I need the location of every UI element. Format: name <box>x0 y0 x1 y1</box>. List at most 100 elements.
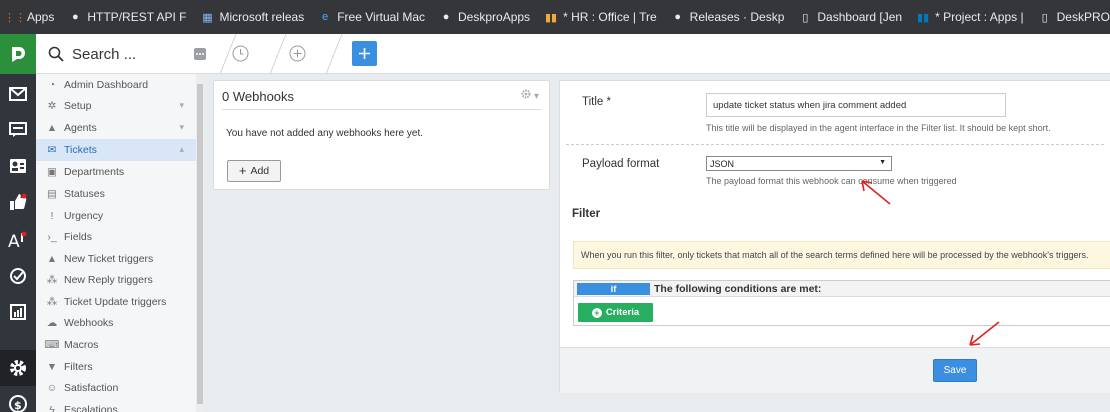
rail-publish-button[interactable]: A <box>0 222 36 258</box>
create-button[interactable] <box>352 41 377 66</box>
sidebar-item-statuses[interactable]: ▤ Statuses <box>36 183 196 205</box>
sidebar-item-label: Fields <box>64 231 93 243</box>
bolt-icon: ϟ <box>49 404 55 412</box>
sidebar-item-new-reply-triggers[interactable]: ⁂ New Reply triggers <box>36 269 196 291</box>
sidebar-scrollbar[interactable] <box>196 74 204 412</box>
bookmark-item[interactable]: ▯ Dashboard [Jen <box>798 10 902 24</box>
search-box[interactable]: Search ... <box>36 34 214 74</box>
sidebar-item-label: Departments <box>64 166 125 178</box>
rail-admin-button[interactable] <box>0 350 42 386</box>
sidebar-item-new-ticket-triggers[interactable]: ▲ New Ticket triggers <box>36 248 196 270</box>
panel-settings-dropdown[interactable]: ▾ <box>521 89 539 102</box>
bookmark-item[interactable]: ▦ Microsoft releas <box>201 10 304 24</box>
webhooks-count-title: 0 Webhooks <box>222 89 295 104</box>
bookmark-label: * HR : Office | Tre <box>563 10 657 24</box>
form-footer: Save <box>560 347 1110 393</box>
plus-icon <box>359 48 370 59</box>
chat-icon <box>9 122 27 137</box>
webhook-form-panel: Title * This title will be displayed in … <box>559 80 1110 393</box>
sidebar-item-label: Admin Dashboard <box>64 79 149 91</box>
sidebar-item-departments[interactable]: ▣ Departments <box>36 161 196 183</box>
bookmark-label: Apps <box>27 10 55 24</box>
svg-text:A: A <box>8 232 20 249</box>
add-webhook-button[interactable]: + Add <box>227 160 281 182</box>
bookmarks-bar: ⋮⋮ Apps ● HTTP/REST API F ▦ Microsoft releas e… <box>0 0 1110 34</box>
smile-icon: ☺ <box>46 382 58 394</box>
deskpro-logo[interactable] <box>0 34 36 74</box>
sidebar-item-urgency[interactable]: ! Urgency <box>36 205 196 227</box>
sidebar-item-agents[interactable]: ▲ Agents ▾ <box>36 117 196 139</box>
bookmark-item[interactable]: ▮▮ * Project : Apps | <box>916 10 1024 24</box>
rail-billing-button[interactable]: $ <box>0 386 36 412</box>
filter-icon: ▼ <box>46 361 58 373</box>
chevron-down-icon: ▾ <box>533 91 539 102</box>
bookmark-item[interactable]: ● HTTP/REST API F <box>68 10 186 24</box>
github-icon: ● <box>442 11 450 23</box>
sidebar-item-escalations[interactable]: ϟ Escalations <box>36 399 196 412</box>
gear-icon <box>10 360 26 376</box>
sidebar-item-macros[interactable]: ⌨ Macros <box>36 334 196 356</box>
rail-feedback-button[interactable] <box>0 184 36 220</box>
rail-tickets-button[interactable] <box>0 76 36 112</box>
trello-icon: ▮▮ <box>545 11 558 24</box>
sidebar-item-tickets[interactable]: ✉ Tickets ▴ <box>36 139 196 161</box>
filter-section-title: Filter <box>572 208 601 220</box>
search-options-button[interactable] <box>194 48 206 63</box>
bookmark-label: DeskPRO Builde <box>1056 10 1110 24</box>
new-item-button[interactable] <box>289 45 306 65</box>
sidebar-item-admin-dashboard[interactable]: ◔ Admin Dashboard <box>36 74 196 96</box>
plus-icon: + <box>238 163 247 178</box>
sidebar-item-label: Satisfaction <box>64 382 119 394</box>
sidebar-item-fields[interactable]: ›_ Fields <box>36 226 196 248</box>
sidebar-item-label: Ticket Update triggers <box>64 296 167 308</box>
payload-format-select[interactable]: JSON ▼ <box>706 156 892 171</box>
sidebar-item-label: Setup <box>64 100 92 112</box>
sidebar-item-webhooks[interactable]: ☁ Webhooks <box>36 312 196 334</box>
sidebar-item-setup[interactable]: ✲ Setup ▾ <box>36 95 196 117</box>
microsoft-icon: ▦ <box>202 11 213 24</box>
bookmark-item[interactable]: ▯ DeskPRO Builde <box>1038 10 1110 24</box>
rail-reports-button[interactable] <box>0 294 36 330</box>
filter-info-box: When you run this filter, only tickets t… <box>573 241 1110 269</box>
apps-grid-icon: ⋮⋮ <box>4 11 26 24</box>
sidebar-item-label: New Ticket triggers <box>64 253 154 265</box>
payload-format-value: JSON <box>710 158 735 169</box>
bookmark-label: * Project : Apps | <box>935 10 1024 24</box>
bookmark-item[interactable]: ● Releases · Deskp <box>671 10 784 24</box>
bookmark-item[interactable]: ▮▮ * HR : Office | Tre <box>544 10 657 24</box>
admin-sidebar: ◔ Admin Dashboard ✲ Setup ▾ ▲ Agents ▾ ✉ Tickets ▴… <box>36 74 204 412</box>
terminal-icon: ›_ <box>47 231 57 243</box>
caret-down-icon: ▼ <box>879 159 886 166</box>
sidebar-scrollbar-thumb[interactable] <box>197 84 203 404</box>
title-input[interactable] <box>706 93 1006 117</box>
sidebar-item-label: Urgency <box>64 210 104 222</box>
dashboard-icon: ◔ <box>48 79 56 91</box>
bookmark-item[interactable]: e Free Virtual Mac <box>318 10 425 24</box>
rail-tasks-button[interactable] <box>0 258 36 294</box>
sidebar-item-label: Agents <box>64 122 97 134</box>
clock-icon <box>232 45 249 62</box>
add-button-label: Add <box>250 165 270 177</box>
save-button[interactable]: Save <box>933 359 977 382</box>
conditions-label: The following conditions are met: <box>654 283 822 295</box>
users-icon: ⁂ <box>46 296 58 308</box>
sidebar-item-label: Filters <box>64 361 93 373</box>
thumbs-up-icon <box>10 193 27 210</box>
user-icon: ▲ <box>46 253 58 265</box>
search-label: Search ... <box>72 45 137 63</box>
sidebar-item-filters[interactable]: ▼ Filters <box>36 356 196 378</box>
sidebar-item-ticket-update-triggers[interactable]: ⁂ Ticket Update triggers <box>36 291 196 313</box>
plus-circle-icon: + <box>591 307 602 318</box>
recent-history-button[interactable] <box>232 45 249 65</box>
empty-state-message: You have not added any webhooks here yet… <box>226 128 424 139</box>
bar-chart-icon <box>10 304 26 320</box>
rail-chat-button[interactable] <box>0 112 36 148</box>
sidebar-item-label: Escalations <box>64 404 118 412</box>
svg-text:$: $ <box>14 399 22 412</box>
rail-crm-button[interactable] <box>0 148 36 184</box>
payload-format-label: Payload format <box>582 158 660 170</box>
add-criteria-button[interactable]: + Criteria <box>578 303 653 322</box>
bookmark-item[interactable]: ● DeskproApps <box>439 10 530 24</box>
sidebar-item-satisfaction[interactable]: ☺ Satisfaction <box>36 377 196 399</box>
bookmark-item[interactable]: ⋮⋮ Apps <box>4 10 55 24</box>
